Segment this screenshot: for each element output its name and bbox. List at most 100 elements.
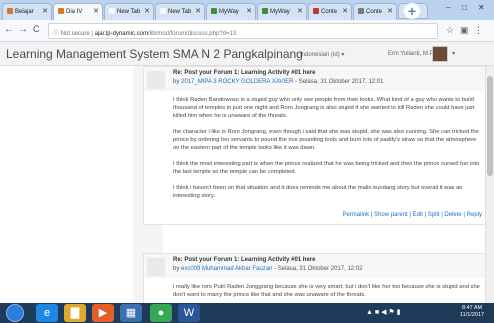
address-host: ajar.lp-dynamic.com [94, 31, 148, 37]
user-avatar[interactable] [432, 46, 448, 62]
close-tab-icon[interactable]: ✕ [195, 7, 201, 15]
close-tab-icon[interactable]: ✕ [387, 7, 393, 15]
post-author-avatar[interactable] [147, 71, 165, 89]
plus-icon: + [404, 3, 420, 19]
clock-time: 8:47 AM [461, 305, 483, 311]
internet-explorer-icon[interactable]: e [36, 304, 58, 322]
tab-label: Conte [366, 9, 383, 15]
post-date: - Selasa, 31 Oktober 2017, 12:02 [272, 266, 363, 272]
close-tab-icon[interactable]: ✕ [93, 7, 99, 15]
clock-date: 11/1/2017 [460, 312, 485, 318]
close-tab-icon[interactable]: ✕ [42, 7, 48, 15]
language-menu[interactable]: Indonesian (id) ▾ [300, 51, 344, 58]
post-author-link[interactable]: 2017_MIPA 3 ROCKY GOLDERA XAVIER [181, 79, 293, 85]
tab-label: MyWay [219, 9, 239, 15]
flag-icon[interactable]: ⚑ [388, 309, 394, 316]
post-byline: by exc009 Muhammad Akbar Fauzan - Selasa… [173, 266, 362, 272]
address-bar[interactable]: ⓘ Not secure | ajar.lp-dynamic.com/lib/m… [48, 23, 438, 39]
chrome-icon[interactable]: ● [150, 304, 172, 322]
tab-content-1[interactable]: Conte ✕ [308, 3, 352, 20]
address-path: /lib/mod/forum/discuss.php?d=13 [147, 31, 237, 37]
close-tab-icon[interactable]: ✕ [297, 7, 303, 15]
tab-myway-1[interactable]: MyWay ✕ [206, 3, 256, 20]
blank-favicon-icon [160, 8, 166, 14]
post-subject: Re: Post your Forum 1: Learning Activity… [173, 257, 316, 263]
back-button[interactable]: ← [4, 24, 14, 35]
system-tray[interactable]: ▲ ■ ◀ ⚑ ▮ [366, 308, 401, 316]
tab-belajar[interactable]: Belajar ✕ [2, 3, 52, 20]
tab-label: Dia IV [66, 9, 83, 15]
start-button[interactable] [6, 304, 24, 322]
battery-icon[interactable]: ▮ [397, 309, 401, 316]
app-glyph: e [43, 307, 51, 319]
bookmark-star-icon[interactable]: ☆ [446, 25, 454, 36]
moodle-favicon-icon [58, 8, 64, 14]
info-icon[interactable]: ⓘ [53, 31, 61, 37]
close-window-button[interactable]: ✕ [478, 3, 485, 12]
file-explorer-icon[interactable]: ▇ [64, 304, 86, 322]
myway-favicon-icon [262, 8, 268, 14]
close-tab-icon[interactable]: ✕ [144, 7, 150, 15]
screen: Belajar ✕ Dia IV ✕ New Tab ✕ New Tab ✕ MyWay… [0, 0, 494, 323]
byline-prefix: by [173, 266, 182, 272]
page-scrollbar[interactable] [485, 66, 494, 303]
tray-app-icon[interactable]: ■ [375, 309, 379, 316]
maximize-button[interactable]: □ [462, 3, 467, 12]
menu-dots-icon[interactable]: ⋮ [474, 25, 483, 36]
post-paragraph: I think Raden Bandowoso is a stupid guy … [173, 97, 475, 119]
tab-forum-active[interactable]: Dia IV ✕ [53, 3, 103, 20]
forum-post: Re: Post your Forum 1: Learning Activity… [143, 66, 489, 225]
chevron-down-icon[interactable]: ▾ [452, 50, 455, 57]
page-favicon-icon [358, 8, 364, 14]
post-paragraph: i really like roro Putri Raden Jonggrang… [173, 284, 480, 298]
app-glyph: ● [157, 307, 165, 319]
tab-new-tab-2[interactable]: New Tab ✕ [155, 3, 205, 20]
post-byline: by 2017_MIPA 3 ROCKY GOLDERA XAVIER - Se… [173, 79, 383, 85]
network-icon[interactable]: ▲ [366, 309, 373, 316]
close-tab-icon[interactable]: ✕ [246, 7, 252, 15]
blank-favicon-icon [109, 8, 115, 14]
tab-myway-2[interactable]: MyWay ✕ [257, 3, 307, 20]
post-header: Re: Post your Forum 1: Learning Activity… [144, 254, 488, 278]
myway-favicon-icon [211, 8, 217, 14]
reload-button[interactable]: C [33, 24, 40, 34]
site-header: Learning Management System SMA N 2 Pangk… [0, 42, 494, 66]
post-paragraph: I think i haven't been on that situation… [173, 185, 463, 199]
post-author-avatar[interactable] [147, 258, 165, 276]
site-title[interactable]: Learning Management System SMA N 2 Pangk… [6, 47, 303, 61]
tab-label: Conte [321, 9, 338, 15]
gmail-favicon-icon [313, 8, 319, 14]
new-tab-button[interactable]: + [398, 3, 428, 19]
tab-label: Belajar [15, 9, 34, 15]
post-author-link[interactable]: exc009 Muhammad Akbar Fauzan [181, 266, 272, 272]
tab-content-2[interactable]: Conte ✕ [353, 3, 397, 20]
taskbar-clock[interactable]: 8:47 AM 11/1/2017 [460, 305, 484, 319]
close-tab-icon[interactable]: ✕ [342, 7, 348, 15]
post-body: I think Raden Bandowoso is a stupid guy … [144, 91, 488, 212]
app-glyph: ▶ [98, 307, 108, 319]
post-paragraph: I think the most interesting part is whe… [173, 161, 480, 175]
post-header: Re: Post your Forum 1: Learning Activity… [144, 67, 488, 91]
security-label: Not secure [60, 31, 90, 37]
post-subject: Re: Post your Forum 1: Learning Activity… [173, 70, 316, 76]
browser-toolbar: ← → C ⓘ Not secure | ajar.lp-dynamic.com… [0, 20, 494, 42]
post-paragraph: the character i like is Roro Jongrang, e… [173, 129, 479, 151]
byline-prefix: by [173, 79, 182, 85]
word-icon[interactable]: W [178, 304, 200, 322]
page-content: Re: Post your Forum 1: Learning Activity… [0, 66, 494, 313]
extension-icon[interactable]: ▣ [460, 25, 469, 36]
minimize-button[interactable]: – [446, 3, 450, 12]
app-glyph: ▇ [70, 307, 80, 319]
post-commands[interactable]: Permalink | Show parent | Edit | Split |… [144, 212, 488, 224]
post-date: - Selasa, 31 Oktober 2017, 12:01 [293, 79, 384, 85]
user-name[interactable]: Erni Yulianti, M.Pd [388, 51, 437, 57]
tab-new-tab-1[interactable]: New Tab ✕ [104, 3, 154, 20]
control-panel-icon[interactable]: ▦ [120, 304, 142, 322]
app-glyph: ▦ [125, 307, 137, 319]
volume-icon[interactable]: ◀ [381, 309, 386, 316]
tab-label: New Tab [168, 9, 192, 15]
scrollbar-thumb[interactable] [487, 76, 493, 176]
media-player-icon[interactable]: ▶ [92, 304, 114, 322]
forward-button[interactable]: → [18, 24, 28, 35]
windows-taskbar: e ▇ ▶ ▦ ● W ▲ ■ ◀ ⚑ ▮ 8:47 AM 11/1/2017 [0, 303, 494, 323]
